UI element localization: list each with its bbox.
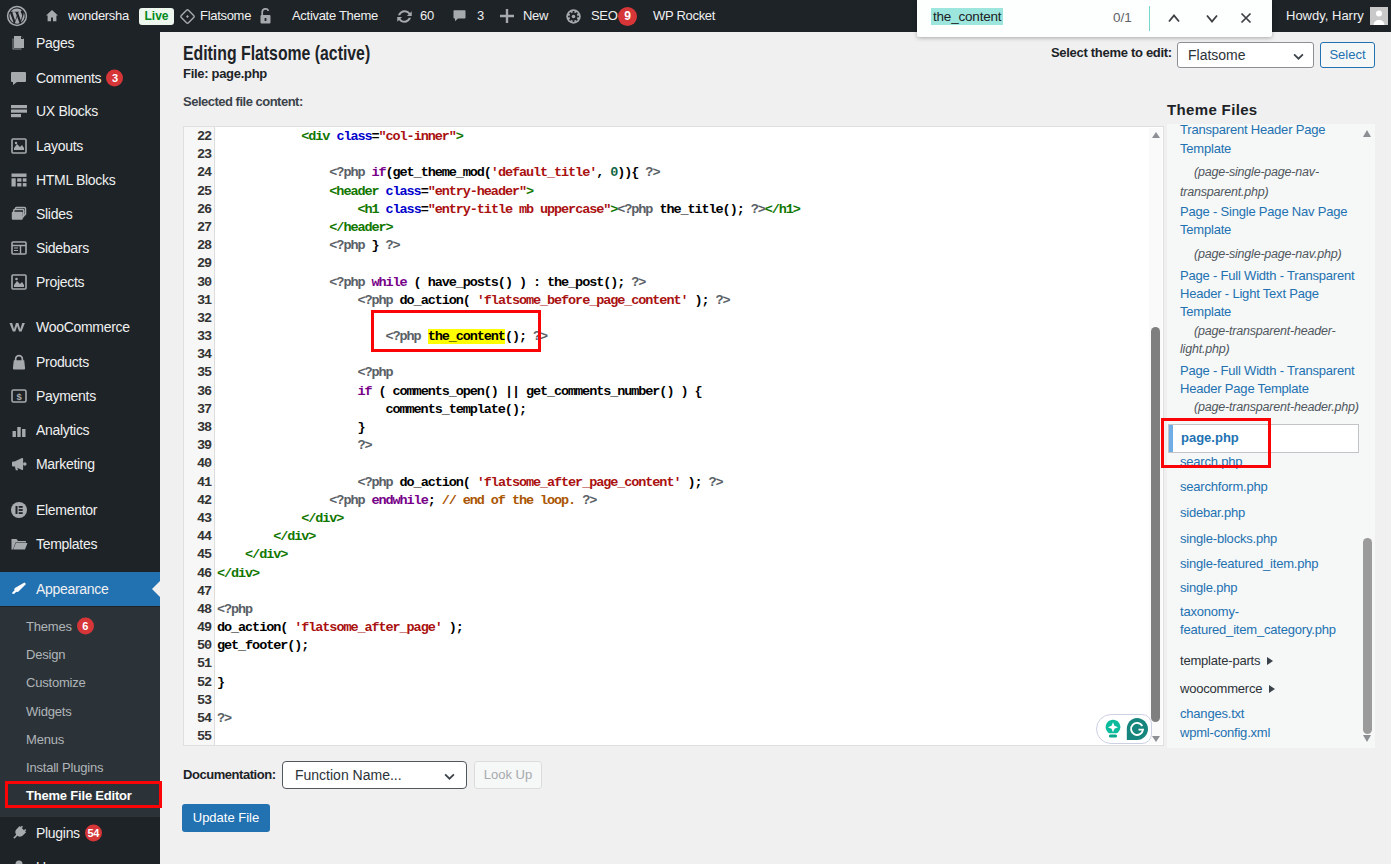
svg-text:$: $	[17, 391, 23, 402]
